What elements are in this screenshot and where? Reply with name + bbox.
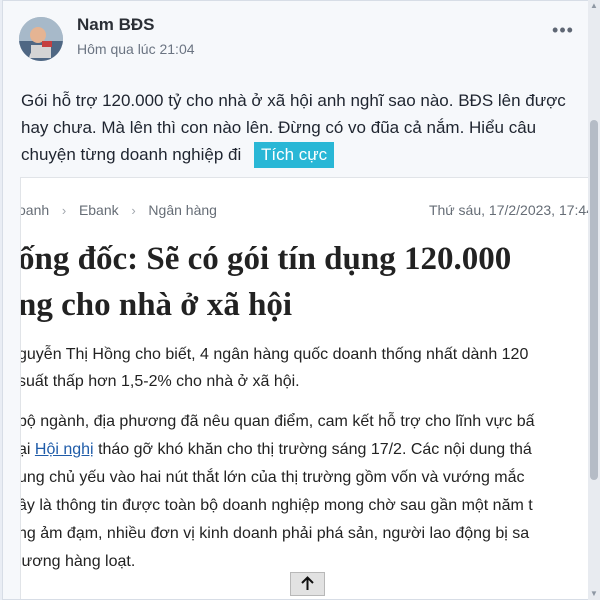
lead-line-1: guyễn Thị Hồng cho biết, 4 ngân hàng quố…	[20, 346, 529, 363]
back-to-top-button[interactable]	[290, 572, 325, 596]
article-headline: ống đốc: Sẽ có gói tín dụng 120.000 ng c…	[20, 236, 593, 328]
post-card: Nam BĐS Hôm qua lúc 21:04 ••• Gói hỗ trợ…	[2, 0, 598, 600]
post-time[interactable]: Hôm qua lúc 21:04	[77, 41, 195, 57]
hoi-nghi-link[interactable]: Hội nghị	[35, 441, 94, 458]
body-line-2: ại Hội nghị tháo gỡ khó khăn cho thị trư…	[21, 436, 593, 464]
sentiment-tag[interactable]: Tích cực	[254, 142, 335, 168]
article-body: bộ ngành, địa phương đã nêu quan điểm, c…	[20, 408, 593, 576]
post-content: Gói hỗ trợ 120.000 tỷ cho nhà ở xã hội a…	[21, 87, 581, 168]
breadcrumb-item-doanh[interactable]: oanh	[21, 202, 49, 218]
body-line-1: bộ ngành, địa phương đã nêu quan điểm, c…	[20, 413, 535, 430]
headline-line-1: ống đốc: Sẽ có gói tín dụng 120.000	[20, 241, 512, 277]
avatar-image	[19, 17, 63, 61]
article-date: Thứ sáu, 17/2/2023, 17:44	[428, 202, 594, 218]
breadcrumb-item-ebank[interactable]: Ebank	[79, 202, 119, 218]
breadcrumb: oanh › Ebank › Ngân hàng	[21, 202, 217, 218]
article-preview[interactable]: oanh › Ebank › Ngân hàng Thứ sáu, 17/2/2…	[20, 177, 594, 599]
vertical-scrollbar[interactable]: ▲ ▼	[588, 0, 600, 600]
article-lead: guyễn Thị Hồng cho biết, 4 ngân hàng quố…	[20, 341, 593, 395]
lead-line-2: suất thấp hơn 1,5-2% cho nhà ở xã hội.	[20, 373, 300, 390]
body-line-3: ung chủ yếu vào hai nút thắt lớn của thị…	[20, 469, 525, 486]
scroll-up-arrow-icon[interactable]: ▲	[589, 1, 599, 11]
body-line-2-prefix: ại	[21, 441, 31, 458]
avatar[interactable]	[19, 17, 63, 61]
scrollbar-thumb[interactable]	[590, 120, 598, 480]
more-options-button[interactable]: •••	[551, 21, 575, 39]
arrow-up-icon	[301, 576, 314, 590]
chevron-right-icon: ›	[131, 203, 136, 218]
breadcrumb-item-ngan-hang[interactable]: Ngân hàng	[148, 202, 217, 218]
chevron-right-icon: ›	[61, 203, 67, 218]
body-line-5: ng ảm đạm, nhiều đơn vị kinh doanh phải …	[20, 525, 530, 542]
body-line-2-suffix: tháo gỡ khó khăn cho thị trường sáng 17/…	[98, 441, 532, 458]
body-line-4: ây là thông tin được toàn bộ doanh nghiệ…	[20, 497, 533, 514]
more-horizontal-icon: •••	[552, 20, 574, 40]
headline-line-2: ng cho nhà ở xã hội	[20, 287, 293, 323]
scroll-down-arrow-icon[interactable]: ▼	[589, 589, 599, 599]
author-name[interactable]: Nam BĐS	[77, 15, 154, 35]
